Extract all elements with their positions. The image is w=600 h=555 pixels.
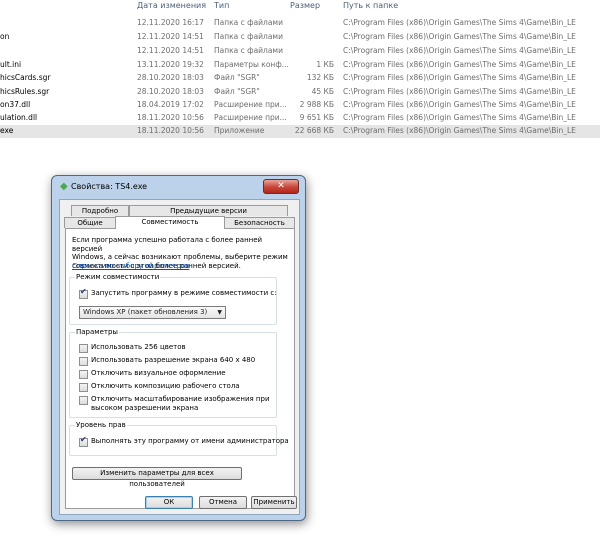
file-date: 18.11.2020 10:56 [137, 113, 204, 122]
option-label: Использовать разрешение экрана 640 х 480 [91, 356, 256, 364]
file-date: 28.10.2020 18:03 [137, 87, 204, 96]
file-name: on37.dll [0, 100, 31, 109]
file-path: C:\Program Files (x86)\Origin Games\The … [343, 113, 576, 122]
file-type: Расширение при... [214, 100, 287, 109]
close-icon: ✕ [277, 181, 285, 191]
file-size: 9 651 КБ [299, 113, 334, 122]
apply-button[interactable]: Применить [251, 496, 297, 509]
tab-compatibility[interactable]: Совместимость [115, 216, 225, 229]
ok-button[interactable]: ОК [145, 496, 193, 509]
params-label: Параметры [75, 328, 119, 336]
run-as-admin-checkbox[interactable] [79, 436, 88, 447]
file-name: exe [0, 126, 14, 135]
option-label-line2: высоком разрешении экрана [91, 404, 199, 412]
column-size[interactable]: Размер [290, 1, 320, 10]
file-size: 1 КБ [316, 60, 334, 69]
run-as-admin-label: Выполнять эту программу от имени админис… [91, 437, 289, 445]
intro-line: Windows, а сейчас возникают проблемы, вы… [72, 253, 288, 261]
cancel-button[interactable]: Отмена [199, 496, 247, 509]
file-row[interactable]: on37.dll 18.04.2019 17:02 Расширение при… [0, 99, 600, 112]
app-icon: ◆ [60, 181, 68, 192]
file-type: Расширение при... [214, 113, 287, 122]
dialog-titlebar[interactable]: ◆ Свойства: TS4.exe ✕ [52, 176, 305, 198]
file-type: Папка с файлами [214, 32, 283, 41]
file-date: 12.11.2020 14:51 [137, 32, 204, 41]
file-date: 12.11.2020 16:17 [137, 18, 204, 27]
privilege-label: Уровень прав [75, 421, 127, 429]
option-label: Отключить масштабирование изображения пр… [91, 395, 270, 403]
file-type: Файл "SGR" [214, 73, 260, 82]
column-date[interactable]: Дата изменения [137, 1, 206, 10]
file-size: 2 988 КБ [299, 100, 334, 109]
tab-details[interactable]: Подробно [71, 205, 129, 216]
file-row[interactable]: 12.11.2020 14:51 Папка с файлами C:\Prog… [0, 45, 600, 58]
column-type[interactable]: Тип [214, 1, 229, 10]
file-path: C:\Program Files (x86)\Origin Games\The … [343, 73, 576, 82]
tab-previous-versions[interactable]: Предыдущие версии [129, 205, 288, 216]
file-date: 18.04.2019 17:02 [137, 100, 204, 109]
file-row[interactable]: ulation.dll 18.11.2020 10:56 Расширение … [0, 112, 600, 125]
option-label: Отключить композицию рабочего стола [91, 382, 240, 390]
file-name: ulation.dll [0, 113, 38, 122]
params-group: Параметры Использовать 256 цветов Исполь… [69, 328, 277, 418]
file-path: C:\Program Files (x86)\Origin Games\The … [343, 60, 576, 69]
file-size: 45 КБ [311, 87, 334, 96]
option-label: Использовать 256 цветов [91, 343, 186, 351]
privilege-group: Уровень прав Выполнять эту программу от … [69, 421, 289, 456]
compat-os-dropdown[interactable]: Windows XP (пакет обновления 3) ▼ [79, 306, 226, 319]
file-size: 132 КБ [306, 73, 334, 82]
checkbox[interactable] [79, 370, 88, 379]
compat-mode-checkbox[interactable] [79, 288, 88, 299]
file-type: Параметры конф... [214, 60, 289, 69]
file-date: 12.11.2020 14:51 [137, 46, 204, 55]
file-date: 28.10.2020 18:03 [137, 73, 204, 82]
dialog-title: Свойства: TS4.exe [71, 182, 148, 191]
properties-dialog: ◆ Свойства: TS4.exe ✕ Подробно Предыдущи… [51, 175, 306, 521]
compat-os-value: Windows XP (пакет обновления 3) [83, 308, 208, 316]
checkbox[interactable] [79, 357, 88, 366]
file-path: C:\Program Files (x86)\Origin Games\The … [343, 46, 576, 55]
file-row[interactable]: hicsRules.sgr 28.10.2020 18:03 Файл "SGR… [0, 86, 600, 99]
file-size: 22 668 КБ [294, 126, 334, 135]
file-row[interactable]: 12.11.2020 16:17 Папка с файлами C:\Prog… [0, 17, 600, 30]
column-path[interactable]: Путь к папке [343, 1, 398, 10]
file-type: Папка с файлами [214, 46, 283, 55]
file-row[interactable]: hicsCards.sgr 28.10.2020 18:03 Файл "SGR… [0, 72, 600, 85]
file-type: Приложение [214, 126, 265, 135]
help-link[interactable]: Справка по выбору параметров [72, 262, 189, 270]
file-name: on [0, 32, 10, 41]
tab-general[interactable]: Общие [64, 217, 116, 228]
tab-security[interactable]: Безопасность [224, 217, 295, 228]
file-name: hicsCards.sgr [0, 73, 51, 82]
file-path: C:\Program Files (x86)\Origin Games\The … [343, 126, 576, 135]
chevron-down-icon: ▼ [217, 309, 222, 316]
file-type: Файл "SGR" [214, 87, 260, 96]
file-path: C:\Program Files (x86)\Origin Games\The … [343, 87, 576, 96]
file-path: C:\Program Files (x86)\Origin Games\The … [343, 100, 576, 109]
checkbox[interactable] [79, 383, 88, 392]
compat-mode-label: Режим совместимости [75, 273, 161, 281]
file-path: C:\Program Files (x86)\Origin Games\The … [343, 18, 576, 27]
dialog-client: Подробно Предыдущие версии Общие Совмест… [59, 199, 300, 515]
file-row[interactable]: on 12.11.2020 14:51 Папка с файлами C:\P… [0, 31, 600, 44]
change-all-users-button[interactable]: Изменить параметры для всех пользователе… [72, 467, 242, 488]
column-headers: Дата изменения Тип Размер Путь к папке [0, 0, 600, 14]
file-date: 18.11.2020 10:56 [137, 126, 204, 135]
option-label: Отключить визуальное оформление [91, 369, 226, 377]
file-row[interactable]: ult.ini 13.11.2020 19:32 Параметры конф.… [0, 59, 600, 72]
file-name: hicsRules.sgr [0, 87, 50, 96]
file-path: C:\Program Files (x86)\Origin Games\The … [343, 32, 576, 41]
checkbox[interactable] [79, 396, 88, 405]
compatibility-panel: Если программа успешно работала с более … [65, 228, 295, 509]
file-name: ult.ini [0, 60, 22, 69]
checkbox[interactable] [79, 344, 88, 353]
compat-mode-group: Режим совместимости Запустить программу … [69, 273, 277, 325]
compat-mode-checkbox-label: Запустить программу в режиме совместимос… [91, 289, 277, 297]
intro-line: Если программа успешно работала с более … [72, 236, 263, 253]
file-type: Папка с файлами [214, 18, 283, 27]
file-row-selected[interactable]: exe 18.11.2020 10:56 Приложение 22 668 К… [0, 125, 600, 138]
file-date: 13.11.2020 19:32 [137, 60, 204, 69]
close-button[interactable]: ✕ [263, 179, 299, 194]
